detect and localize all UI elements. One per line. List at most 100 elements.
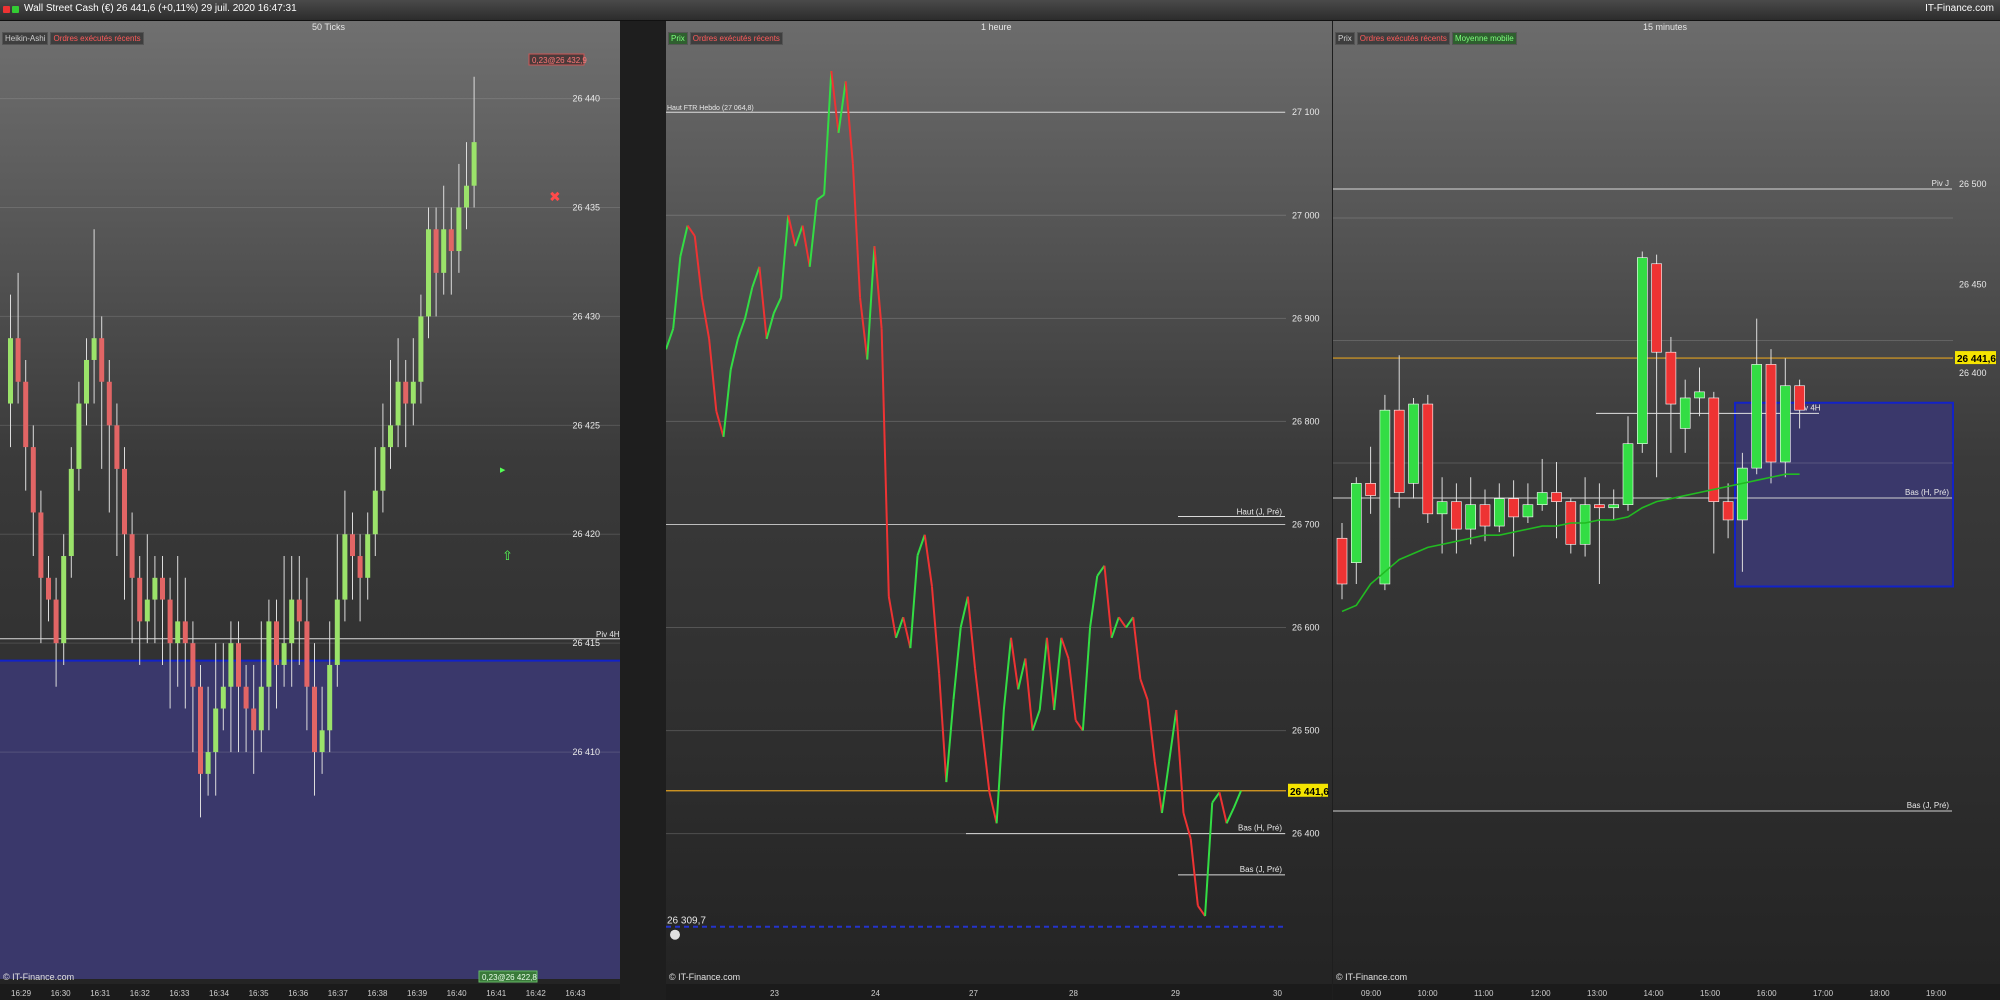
maximize-icon[interactable]: [12, 6, 19, 13]
candle-body: [1765, 364, 1777, 463]
chart-panel-ticks[interactable]: 26 440 26 435 26 430 26 425 26 420 26 415 26 4…: [0, 21, 620, 1000]
price-tick-label: 27 100: [1292, 107, 1320, 117]
price-line-segment: [1096, 565, 1106, 577]
price-line-segment: [1038, 637, 1048, 711]
time-tick-label: 16:42: [526, 989, 547, 998]
price-tick-label: 26 425: [572, 420, 600, 430]
candle-body: [1451, 501, 1462, 530]
close-icon[interactable]: [3, 6, 10, 13]
level-label: Bas (H, Pré): [1238, 824, 1282, 833]
time-tick-label: 23: [770, 989, 779, 998]
dashed-level-label: 26 309,7: [667, 916, 706, 927]
price-line-segment: [923, 534, 933, 587]
candle-body: [1794, 385, 1805, 411]
candle-body: [1422, 403, 1434, 515]
candle-body: [160, 577, 165, 600]
price-line-segment: [1232, 790, 1242, 809]
candle-body: [1551, 492, 1562, 502]
candle-body: [213, 708, 219, 753]
chart-panel-hourly[interactable]: 27 100 27 000 26 900 26 800 26 700 26 600 26 5…: [666, 21, 1332, 1000]
order-arrow-up-icon: ⇧: [502, 548, 513, 563]
candle-body: [1708, 397, 1720, 502]
copyright: © IT-Finance.com: [1336, 972, 1408, 982]
time-tick-label: 29: [1171, 989, 1180, 998]
support-zone: [0, 660, 620, 979]
price-line-segment: [816, 193, 825, 201]
price-tick-label: 26 450: [1959, 280, 1987, 290]
time-tick-label: 11:00: [1474, 989, 1494, 998]
price-line-segment: [736, 318, 747, 340]
fifteen-min-chart[interactable]: 26 50026 45026 400Piv JPiv 4HBas (H, Pré…: [1333, 21, 2000, 1000]
candle-body: [1622, 443, 1634, 506]
price-line-segment: [729, 338, 739, 371]
legend-item[interactable]: Ordres exécutés récents: [1356, 32, 1450, 45]
price-line-segment: [1204, 802, 1214, 917]
candle-body: [471, 142, 477, 186]
legend-item[interactable]: Moyenne mobile: [1451, 32, 1517, 45]
price-line-segment: [930, 586, 941, 674]
candle-body: [312, 686, 317, 753]
time-tick-label: 09:00: [1361, 989, 1382, 998]
candle-body: [68, 468, 74, 557]
candle-body: [433, 229, 439, 273]
candle-body: [289, 599, 295, 644]
price-line-segment: [1017, 658, 1027, 690]
candle-body: [1536, 492, 1548, 505]
legend-item[interactable]: Prix: [668, 32, 688, 45]
hourly-chart[interactable]: 27 100 27 000 26 900 26 800 26 700 26 600 26 5…: [666, 21, 1332, 1000]
panel-title: 50 Ticks: [312, 22, 346, 32]
price-line-segment: [1182, 812, 1192, 840]
price-tick-label: 27 000: [1292, 210, 1320, 220]
price-line-segment: [866, 246, 876, 360]
price-line-segment: [959, 596, 969, 628]
price-line-segment: [1189, 838, 1199, 906]
chart-panel-15min[interactable]: 26 500 26 450 26 400 Piv J Piv 4H Bas (H, Pré…: [1333, 21, 2000, 1000]
price-tick-label: 26 400: [1292, 829, 1320, 839]
brand-label: IT-Finance.com: [1925, 3, 1994, 14]
price-tick-label: 26 400: [1959, 368, 1987, 378]
candle-body: [1494, 498, 1505, 527]
candle-body: [99, 338, 105, 382]
ticks-chart[interactable]: 26 440 26 435 26 430 26 425 26 420 26 415 26 4…: [0, 21, 620, 1000]
price-line-segment: [966, 596, 977, 669]
candle-body: [380, 447, 386, 491]
time-tick-label: 15:00: [1700, 989, 1721, 998]
candle-body: [1436, 501, 1448, 515]
price-line-segment: [830, 70, 840, 133]
price-line-segment: [751, 266, 761, 288]
candle-body: [395, 381, 401, 426]
candle-body: [388, 425, 393, 448]
candle-body: [1579, 504, 1591, 545]
candle-body: [258, 686, 264, 731]
price-line-segment: [938, 673, 948, 783]
price-tick-label: 26 410: [572, 747, 600, 757]
legend-item[interactable]: Ordres exécutés récents: [50, 32, 144, 45]
time-tick-label: 27: [969, 989, 978, 998]
price-line-segment: [780, 215, 790, 298]
price-line-segment: [887, 596, 897, 638]
window-title: Wall Street Cash (€) 26 441,6 (+0,11%) 2…: [24, 3, 297, 14]
legend-item[interactable]: Ordres exécutés récents: [689, 32, 783, 45]
candle-body: [448, 229, 454, 252]
candle-body: [175, 621, 181, 644]
copyright: © IT-Finance.com: [669, 972, 741, 982]
price-line-segment: [744, 287, 754, 319]
bottom-order-tag: 0,23@26 422,8: [482, 973, 537, 982]
time-tick-label: 16:35: [249, 989, 270, 998]
candle-body: [30, 447, 36, 513]
time-tick-label: 14:00: [1644, 989, 1665, 998]
price-line-segment: [808, 199, 818, 267]
level-label: Piv J: [1932, 179, 1949, 188]
legend: Prix Ordres exécutés récents Moyenne mobil…: [1335, 32, 1519, 45]
candle-body: [296, 599, 302, 622]
candle-body: [1350, 483, 1362, 563]
candle-body: [304, 621, 310, 687]
candle-body: [1379, 409, 1391, 585]
legend-item[interactable]: Prix: [1335, 32, 1355, 45]
price-line-segment: [1053, 637, 1063, 711]
candle-body: [205, 752, 211, 774]
time-tick-label: 12:00: [1531, 989, 1552, 998]
panel-title: 1 heure: [981, 22, 1012, 32]
candle-body: [1651, 263, 1662, 353]
legend-item[interactable]: Heikin-Ashi: [2, 32, 49, 45]
